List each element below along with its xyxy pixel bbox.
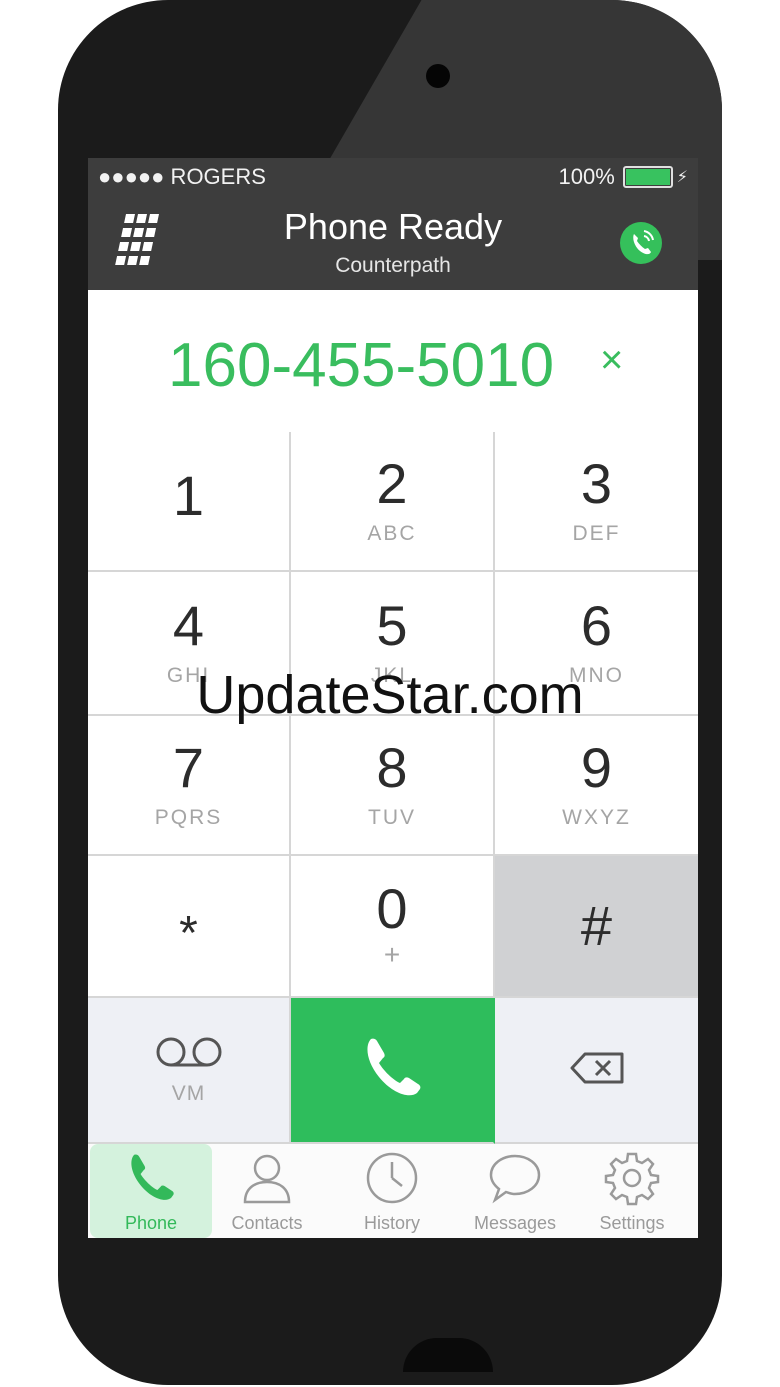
key-letters: +: [383, 939, 401, 970]
key-3[interactable]: 3 DEF: [495, 432, 698, 572]
contacts-icon: [239, 1144, 295, 1211]
tab-label: Settings: [599, 1213, 665, 1233]
phone-icon: [357, 1033, 427, 1108]
phone-icon: [123, 1144, 179, 1211]
key-letters: PQRS: [154, 806, 223, 829]
backspace-icon: [569, 1051, 625, 1090]
tab-label: History: [363, 1213, 420, 1233]
key-digit: 3: [580, 452, 613, 515]
tab-settings[interactable]: Settings: [571, 1144, 693, 1238]
app-header: ●●●●● ROGERS 100% ⚡ Phone Ready Counterp…: [88, 158, 698, 290]
voicemail-button[interactable]: VM: [88, 998, 291, 1144]
key-star[interactable]: *: [88, 856, 291, 998]
key-9[interactable]: 9 WXYZ: [495, 716, 698, 856]
charging-icon: ⚡: [676, 169, 688, 186]
key-7[interactable]: 7 PQRS: [88, 716, 291, 856]
voicemail-label: VM: [171, 1081, 206, 1105]
phone-status-icon[interactable]: [620, 222, 662, 264]
page-title: Phone Ready: [283, 206, 503, 247]
watermark: UpdateStar.com: [196, 665, 584, 725]
tab-bar: Phone Contacts History Messages Settings: [88, 1144, 698, 1238]
key-digit: 2: [376, 452, 408, 515]
front-camera: [426, 64, 450, 88]
tab-history[interactable]: History: [331, 1144, 453, 1238]
carrier-label: ●●●●● ROGERS: [98, 164, 266, 189]
tab-label: Messages: [473, 1213, 557, 1233]
key-0[interactable]: 0 +: [291, 856, 495, 998]
call-button[interactable]: [291, 998, 495, 1144]
number-display: 160-455-5010 ×: [88, 290, 698, 434]
battery-percent: 100%: [558, 164, 615, 189]
key-digit: #: [580, 894, 613, 957]
battery-status: 100% ⚡: [558, 164, 688, 190]
key-digit: 7: [172, 736, 205, 799]
key-digit: 5: [376, 594, 408, 657]
key-digit: 0: [376, 877, 408, 940]
key-digit: 6: [580, 594, 613, 657]
clock-icon: [364, 1144, 420, 1211]
battery-icon: [622, 166, 673, 188]
gear-icon: [604, 1144, 660, 1211]
key-digit: *: [179, 907, 198, 960]
key-digit: 9: [580, 736, 613, 799]
key-digit: 1: [172, 464, 205, 527]
account-subtitle: Counterpath: [335, 254, 451, 277]
tab-label: Phone: [124, 1213, 178, 1233]
tab-messages[interactable]: Messages: [454, 1144, 576, 1238]
tab-label: Contacts: [231, 1213, 303, 1233]
key-8[interactable]: 8 TUV: [291, 716, 495, 856]
key-2[interactable]: 2 ABC: [291, 432, 495, 572]
key-letters: WXYZ: [562, 806, 631, 829]
key-letters: TUV: [368, 806, 416, 829]
home-notch: [403, 1338, 493, 1372]
voicemail-icon: [154, 1035, 224, 1074]
key-digit: 4: [172, 594, 205, 657]
speech-bubble-icon: [487, 1144, 543, 1211]
key-letters: DEF: [572, 522, 621, 545]
key-1[interactable]: 1: [88, 432, 291, 572]
dialed-number: 160-455-5010: [168, 331, 555, 400]
clear-number-button[interactable]: ×: [600, 338, 623, 383]
key-digit: 8: [376, 736, 408, 799]
key-letters: ABC: [367, 522, 417, 545]
key-hash[interactable]: #: [495, 856, 698, 998]
backspace-button[interactable]: [495, 998, 698, 1144]
tab-contacts[interactable]: Contacts: [206, 1144, 328, 1238]
tab-phone[interactable]: Phone: [90, 1144, 212, 1238]
